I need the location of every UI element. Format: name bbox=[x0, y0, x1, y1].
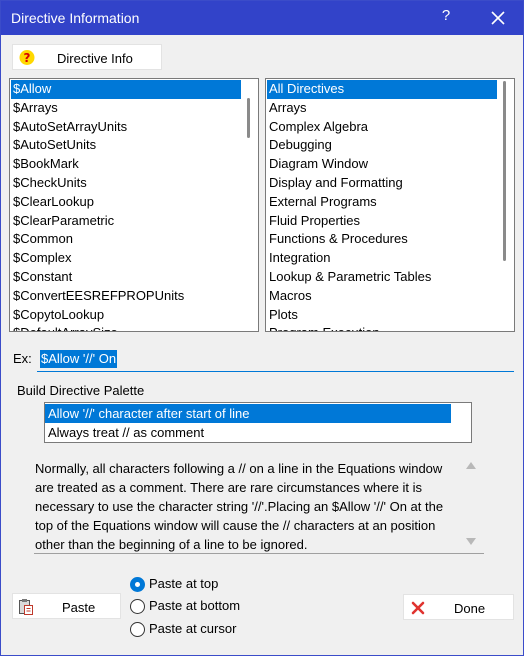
question-badge-icon: ? bbox=[19, 50, 35, 65]
radio-indicator bbox=[130, 599, 145, 614]
directive-list-item[interactable]: $Complex bbox=[11, 249, 241, 268]
directive-info-label: Directive Info bbox=[57, 51, 133, 66]
title-bar: Directive Information ? bbox=[1, 1, 523, 35]
category-list-item[interactable]: Diagram Window bbox=[267, 155, 497, 174]
directive-list-item[interactable]: $CheckUnits bbox=[11, 174, 241, 193]
category-list-item[interactable]: Debugging bbox=[267, 136, 497, 155]
paste-label: Paste bbox=[62, 600, 96, 615]
category-list-item[interactable]: Integration bbox=[267, 249, 497, 268]
window-title: Directive Information bbox=[11, 10, 140, 26]
radio-label: Paste at top bbox=[149, 576, 219, 591]
help-label: ? bbox=[441, 7, 451, 24]
directive-list-item[interactable]: $CopytoLookup bbox=[11, 306, 241, 325]
directive-list-item[interactable]: $Allow bbox=[11, 80, 241, 99]
close-icon bbox=[491, 11, 505, 25]
directives-scrollbar-thumb[interactable] bbox=[247, 98, 250, 138]
category-list-item[interactable]: Fluid Properties bbox=[267, 212, 497, 231]
directive-list-item[interactable]: $Common bbox=[11, 230, 241, 249]
example-label: Ex: bbox=[13, 351, 32, 366]
categories-listbox[interactable]: All Directives Arrays Complex Algebra Debug… bbox=[265, 78, 515, 332]
category-list-item[interactable]: Functions & Procedures bbox=[267, 230, 497, 249]
radio-indicator bbox=[130, 622, 145, 637]
example-value: $Allow '//' On bbox=[40, 350, 118, 368]
scroll-up-arrow-icon[interactable] bbox=[466, 462, 476, 469]
done-button[interactable]: Done bbox=[403, 594, 514, 620]
description-text: Normally, all characters following a // … bbox=[35, 461, 444, 552]
svg-text:?: ? bbox=[24, 51, 31, 65]
radio-label: Paste at bottom bbox=[149, 598, 241, 613]
category-list-item[interactable]: Arrays bbox=[267, 99, 497, 118]
category-list-item[interactable]: Plots bbox=[267, 306, 497, 325]
scroll-down-arrow-icon[interactable] bbox=[466, 538, 476, 545]
directive-list-item[interactable]: $Constant bbox=[11, 268, 241, 287]
paste-button[interactable]: Paste bbox=[12, 593, 121, 619]
help-button[interactable]: ? bbox=[431, 7, 461, 29]
directive-palette-list[interactable]: Allow '//' character after start of line… bbox=[44, 402, 472, 443]
category-list-item[interactable]: Program Execution bbox=[267, 324, 497, 331]
directives-listbox[interactable]: $Allow $Arrays $AutoSetArrayUnits $AutoSetU… bbox=[9, 78, 259, 332]
category-list-item[interactable]: Display and Formatting bbox=[267, 174, 497, 193]
directive-list-item[interactable]: $ClearParametric bbox=[11, 212, 241, 231]
directive-list-item[interactable]: $AutoSetArrayUnits bbox=[11, 118, 241, 137]
directive-information-dialog: Directive Information ? ? Directive Info… bbox=[0, 0, 524, 656]
category-list-item[interactable]: Macros bbox=[267, 287, 497, 306]
category-list-item[interactable]: Lookup & Parametric Tables bbox=[267, 268, 497, 287]
radio-indicator bbox=[130, 577, 145, 592]
close-button[interactable] bbox=[483, 5, 513, 31]
directive-list-item[interactable]: $ClearLookup bbox=[11, 193, 241, 212]
category-list-item[interactable]: Complex Algebra bbox=[267, 118, 497, 137]
categories-scrollbar-thumb[interactable] bbox=[503, 81, 506, 261]
directive-info-button[interactable]: ? Directive Info bbox=[12, 44, 162, 70]
red-x-icon bbox=[411, 601, 425, 615]
directive-list-item[interactable]: $BookMark bbox=[11, 155, 241, 174]
directive-list-item[interactable]: $Arrays bbox=[11, 99, 241, 118]
palette-item[interactable]: Always treat // as comment bbox=[45, 423, 471, 442]
directive-list-item[interactable]: $ConvertEESREFPROPUnits bbox=[11, 287, 241, 306]
directive-list-item[interactable]: $DefaultArraySize bbox=[11, 324, 241, 331]
directive-list-item[interactable]: $AutoSetUnits bbox=[11, 136, 241, 155]
clipboard-paste-icon bbox=[19, 599, 33, 615]
build-palette-label: Build Directive Palette bbox=[17, 383, 145, 398]
done-label: Done bbox=[454, 601, 486, 616]
category-list-item[interactable]: External Programs bbox=[267, 193, 497, 212]
palette-item[interactable]: Allow '//' character after start of line bbox=[45, 404, 451, 423]
category-list-item[interactable]: All Directives bbox=[267, 80, 497, 99]
description-box: Normally, all characters following a // … bbox=[34, 456, 484, 554]
radio-label: Paste at cursor bbox=[149, 621, 237, 636]
example-field[interactable]: $Allow '//' On bbox=[37, 348, 514, 372]
